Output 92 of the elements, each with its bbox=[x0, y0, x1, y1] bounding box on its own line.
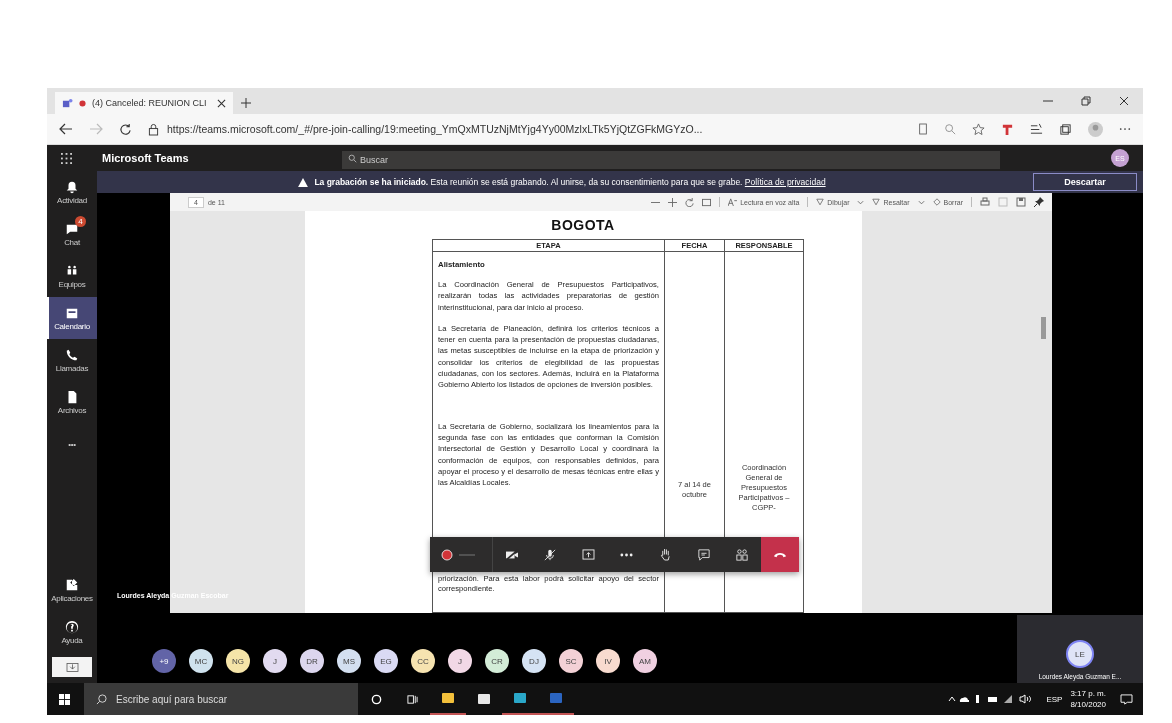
restore-icon[interactable] bbox=[1081, 96, 1091, 106]
scrollbar-thumb[interactable] bbox=[1041, 317, 1046, 339]
participant-avatar[interactable]: SC bbox=[559, 649, 583, 673]
sidebar-item[interactable]: 4 Chat bbox=[47, 213, 97, 255]
mic-off-icon bbox=[544, 548, 557, 561]
sidebar-item[interactable]: Ayuda bbox=[47, 611, 97, 653]
sidebar-item[interactable]: Actividad bbox=[47, 171, 97, 213]
phone-icon bbox=[65, 347, 79, 362]
download-icon bbox=[65, 661, 79, 673]
fit-page-icon[interactable] bbox=[702, 197, 712, 207]
taskbar-search-field[interactable]: Escribe aquí para buscar bbox=[84, 683, 358, 715]
print-icon[interactable] bbox=[980, 197, 990, 207]
app-title: Microsoft Teams bbox=[102, 152, 190, 164]
participant-avatar[interactable]: CC bbox=[411, 649, 435, 673]
people-icon bbox=[735, 548, 748, 561]
apps-icon bbox=[65, 577, 79, 592]
hang-up-button[interactable] bbox=[760, 537, 799, 572]
participant-avatar[interactable]: MS bbox=[337, 649, 361, 673]
extension-icon[interactable] bbox=[1001, 122, 1014, 136]
pin-icon[interactable] bbox=[1034, 197, 1044, 207]
participant-avatar[interactable]: DR bbox=[300, 649, 324, 673]
participant-avatar[interactable]: NG bbox=[226, 649, 250, 673]
help-icon bbox=[65, 619, 79, 634]
teams-logo-icon bbox=[62, 97, 73, 109]
store-icon bbox=[477, 692, 491, 706]
participant-avatar[interactable]: CR bbox=[485, 649, 509, 673]
participant-avatar[interactable]: MC bbox=[189, 649, 213, 673]
profile-icon[interactable] bbox=[1088, 121, 1103, 137]
share-screen-icon bbox=[582, 549, 596, 560]
start-icon[interactable] bbox=[59, 693, 70, 705]
chat-icon bbox=[697, 548, 710, 561]
recording-dot-icon bbox=[79, 99, 86, 107]
people-icon bbox=[65, 263, 79, 278]
rotate-icon[interactable] bbox=[685, 197, 695, 207]
clock-date: 8/10/2020 bbox=[1070, 699, 1106, 710]
notification-badge: 4 bbox=[75, 216, 86, 227]
refresh-icon[interactable] bbox=[119, 122, 132, 136]
save-as-icon[interactable] bbox=[1016, 197, 1026, 207]
document-logo: BOGOTA bbox=[551, 217, 615, 233]
download-app-button[interactable] bbox=[52, 657, 92, 677]
more-icon bbox=[620, 552, 634, 557]
language-indicator[interactable]: ESP bbox=[1046, 694, 1063, 704]
favorites-icon[interactable] bbox=[1030, 122, 1043, 136]
edge-icon bbox=[513, 691, 527, 705]
participant-avatar[interactable]: EG bbox=[374, 649, 398, 673]
lock-icon bbox=[148, 122, 159, 136]
participant-avatar[interactable]: J bbox=[448, 649, 472, 673]
browser-tab[interactable]: (4) Canceled: REUNION CLI bbox=[55, 92, 233, 114]
word-icon bbox=[549, 691, 563, 705]
sidebar-item[interactable]: Equipos bbox=[47, 255, 97, 297]
participant-avatar[interactable]: DJ bbox=[522, 649, 546, 673]
circle-icon bbox=[370, 693, 382, 705]
bell-icon bbox=[65, 179, 79, 194]
sidebar-item[interactable]: Aplicaciones bbox=[47, 569, 97, 611]
reader-icon[interactable] bbox=[918, 123, 928, 135]
search-icon bbox=[96, 693, 107, 705]
clock-time: 3:17 p. m. bbox=[1070, 688, 1106, 699]
highlight-icon bbox=[872, 198, 881, 206]
sidebar-item[interactable]: ••• bbox=[47, 423, 97, 465]
close-icon[interactable] bbox=[1119, 96, 1129, 106]
warning-icon bbox=[298, 177, 309, 187]
camera-off-icon bbox=[505, 548, 520, 561]
sidebar-item[interactable]: Calendario bbox=[47, 297, 97, 339]
zoom-in-icon[interactable] bbox=[668, 197, 678, 207]
draw-icon bbox=[816, 198, 825, 206]
task-view-icon bbox=[406, 693, 418, 705]
new-tab-icon[interactable] bbox=[241, 98, 251, 108]
participant-avatar[interactable]: IV bbox=[596, 649, 620, 673]
hand-icon bbox=[659, 548, 671, 561]
star-icon[interactable] bbox=[972, 122, 985, 136]
search-field[interactable]: Buscar bbox=[342, 151, 1000, 169]
notifications-icon[interactable] bbox=[1120, 693, 1133, 705]
back-icon[interactable] bbox=[59, 123, 73, 135]
read-aloud-icon bbox=[728, 198, 738, 206]
participant-avatar[interactable]: J bbox=[263, 649, 287, 673]
close-tab-icon[interactable] bbox=[217, 98, 226, 108]
banner-text: La grabación se ha iniciado. Esta reunión se está grabando. Al unirse, da su consentimiento para que se grabe. Política de privacidad bbox=[314, 177, 826, 187]
menu-icon[interactable] bbox=[1119, 127, 1131, 131]
collections-icon[interactable] bbox=[1059, 122, 1072, 136]
search-icon bbox=[348, 153, 357, 163]
privacy-link[interactable]: Política de privacidad bbox=[744, 177, 826, 187]
more-participants-badge[interactable]: +9 bbox=[152, 649, 176, 673]
self-avatar: LE bbox=[1066, 640, 1094, 668]
sidebar-item[interactable]: Archivos bbox=[47, 381, 97, 423]
tray-icons-drawing[interactable] bbox=[948, 694, 1033, 704]
dismiss-button[interactable]: Descartar bbox=[1033, 173, 1137, 191]
phone-hang-up-icon bbox=[772, 551, 787, 558]
eraser-icon bbox=[932, 198, 941, 206]
explorer-icon bbox=[441, 691, 455, 705]
app-launcher-icon[interactable] bbox=[61, 152, 72, 164]
sidebar-item[interactable]: Llamadas bbox=[47, 339, 97, 381]
participant-avatar[interactable]: AM bbox=[633, 649, 657, 673]
